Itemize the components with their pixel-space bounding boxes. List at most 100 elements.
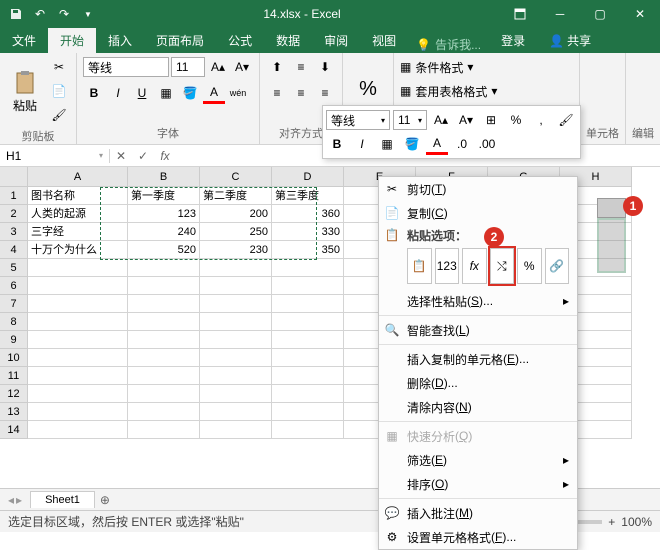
cell-C5[interactable] xyxy=(200,259,272,277)
cell-C4[interactable]: 230 xyxy=(200,241,272,259)
row-header-8[interactable]: 8 xyxy=(0,313,28,331)
cell-C8[interactable] xyxy=(200,313,272,331)
ctx-delete[interactable]: 删除(D)... xyxy=(379,371,577,395)
cell-D12[interactable] xyxy=(272,385,344,403)
row-header-3[interactable]: 3 xyxy=(0,223,28,241)
paste-transpose[interactable]: ⤭ xyxy=(490,248,515,284)
ctx-insert-copied[interactable]: 插入复制的单元格(E)... xyxy=(379,347,577,371)
tab-review[interactable]: 审阅 xyxy=(312,28,360,53)
cell-A6[interactable] xyxy=(28,277,128,295)
align-right-icon[interactable]: ≡ xyxy=(314,82,336,104)
ctx-clear[interactable]: 清除内容(N) xyxy=(379,395,577,419)
conditional-format-button[interactable]: 条件格式 xyxy=(415,59,463,76)
cell-B11[interactable] xyxy=(128,367,200,385)
tab-data[interactable]: 数据 xyxy=(264,28,312,53)
cell-C1[interactable]: 第二季度 xyxy=(200,187,272,205)
cell-B8[interactable] xyxy=(128,313,200,331)
cell-D2[interactable]: 360 xyxy=(272,205,344,223)
sheet-nav-last-icon[interactable]: ▸ xyxy=(16,493,22,507)
mt-bold-button[interactable]: B xyxy=(326,133,348,155)
mt-border-button[interactable]: ▦ xyxy=(376,133,398,155)
col-header-A[interactable]: A xyxy=(28,167,128,187)
font-size-combo[interactable]: 11 xyxy=(171,57,205,77)
cell-C3[interactable]: 250 xyxy=(200,223,272,241)
cell-D10[interactable] xyxy=(272,349,344,367)
maximize-button[interactable]: ▢ xyxy=(580,0,620,28)
cell-B5[interactable] xyxy=(128,259,200,277)
cell-B9[interactable] xyxy=(128,331,200,349)
paste-all[interactable]: 📋 xyxy=(407,248,432,284)
mt-increase-decimal-icon[interactable]: .00 xyxy=(476,133,498,155)
row-header-9[interactable]: 9 xyxy=(0,331,28,349)
cut-icon[interactable]: ✂ xyxy=(48,56,70,78)
cell-B10[interactable] xyxy=(128,349,200,367)
mt-font-color-button[interactable]: A xyxy=(426,133,448,155)
align-top-icon[interactable]: ⬆ xyxy=(266,56,288,78)
mt-grow-font-icon[interactable]: A▴ xyxy=(430,109,452,131)
col-header-C[interactable]: C xyxy=(200,167,272,187)
cell-D3[interactable]: 330 xyxy=(272,223,344,241)
mt-shrink-font-icon[interactable]: A▾ xyxy=(455,109,477,131)
paste-button[interactable]: 粘贴 xyxy=(6,56,44,126)
close-button[interactable]: ✕ xyxy=(620,0,660,28)
cell-A1[interactable]: 图书名称 xyxy=(28,187,128,205)
paste-values[interactable]: 123 xyxy=(435,248,460,284)
mt-format-painter-icon[interactable]: 🖌 xyxy=(555,109,577,131)
cell-D14[interactable] xyxy=(272,421,344,439)
row-header-6[interactable]: 6 xyxy=(0,277,28,295)
namebox-dropdown-icon[interactable]: ▾ xyxy=(99,151,103,160)
row-header-12[interactable]: 12 xyxy=(0,385,28,403)
format-painter-icon[interactable]: 🖌 xyxy=(48,104,70,126)
cell-D4[interactable]: 350 xyxy=(272,241,344,259)
ctx-sort[interactable]: 排序(O)▸ xyxy=(379,472,577,496)
mt-percent-icon[interactable]: % xyxy=(505,109,527,131)
tab-insert[interactable]: 插入 xyxy=(96,28,144,53)
cell-B2[interactable]: 123 xyxy=(128,205,200,223)
ctx-insert-comment[interactable]: 💬插入批注(M) xyxy=(379,501,577,525)
ribbon-options-icon[interactable] xyxy=(500,0,540,28)
ctx-format-cells[interactable]: ⚙设置单元格格式(F)... xyxy=(379,525,577,549)
zoom-level[interactable]: 100% xyxy=(621,515,652,529)
bold-button[interactable]: B xyxy=(83,82,105,104)
mt-size-combo[interactable]: 11▾ xyxy=(393,110,427,130)
grow-font-icon[interactable]: A▴ xyxy=(207,56,229,78)
cell-B4[interactable]: 520 xyxy=(128,241,200,259)
copy-icon[interactable]: 📄 xyxy=(48,80,70,102)
zoom-in-button[interactable]: + xyxy=(608,515,615,529)
ctx-copy[interactable]: 📄复制(C) xyxy=(379,201,577,225)
login-button[interactable]: 登录 xyxy=(489,28,537,53)
mt-merge-icon[interactable]: ⊞ xyxy=(480,109,502,131)
cell-A14[interactable] xyxy=(28,421,128,439)
cell-B6[interactable] xyxy=(128,277,200,295)
row-header-10[interactable]: 10 xyxy=(0,349,28,367)
mt-font-combo[interactable]: 等线▾ xyxy=(326,110,390,130)
cell-A9[interactable] xyxy=(28,331,128,349)
ctx-cut[interactable]: ✂剪切(T) xyxy=(379,177,577,201)
fx-icon[interactable]: fx xyxy=(154,145,176,167)
share-button[interactable]: 👤共享 xyxy=(537,28,603,53)
mt-decrease-decimal-icon[interactable]: .0 xyxy=(451,133,473,155)
col-header-D[interactable]: D xyxy=(272,167,344,187)
cell-B13[interactable] xyxy=(128,403,200,421)
tab-home[interactable]: 开始 xyxy=(48,28,96,53)
tab-view[interactable]: 视图 xyxy=(360,28,408,53)
cell-A7[interactable] xyxy=(28,295,128,313)
cell-D5[interactable] xyxy=(272,259,344,277)
font-color-button[interactable]: A xyxy=(203,82,225,104)
mt-fill-color-button[interactable]: 🪣 xyxy=(401,133,423,155)
cell-B7[interactable] xyxy=(128,295,200,313)
cancel-formula-icon[interactable]: ✕ xyxy=(110,145,132,167)
border-button[interactable]: ▦ xyxy=(155,82,177,104)
row-header-1[interactable]: 1 xyxy=(0,187,28,205)
cell-B1[interactable]: 第一季度 xyxy=(128,187,200,205)
tab-file[interactable]: 文件 xyxy=(0,28,48,53)
align-middle-icon[interactable]: ≡ xyxy=(290,56,312,78)
minimize-button[interactable]: ─ xyxy=(540,0,580,28)
cell-C10[interactable] xyxy=(200,349,272,367)
cell-D7[interactable] xyxy=(272,295,344,313)
col-header-B[interactable]: B xyxy=(128,167,200,187)
sheet-tab-1[interactable]: Sheet1 xyxy=(30,491,95,508)
add-sheet-button[interactable]: ⊕ xyxy=(95,490,115,510)
mt-italic-button[interactable]: I xyxy=(351,133,373,155)
phonetic-button[interactable]: wén xyxy=(227,82,249,104)
